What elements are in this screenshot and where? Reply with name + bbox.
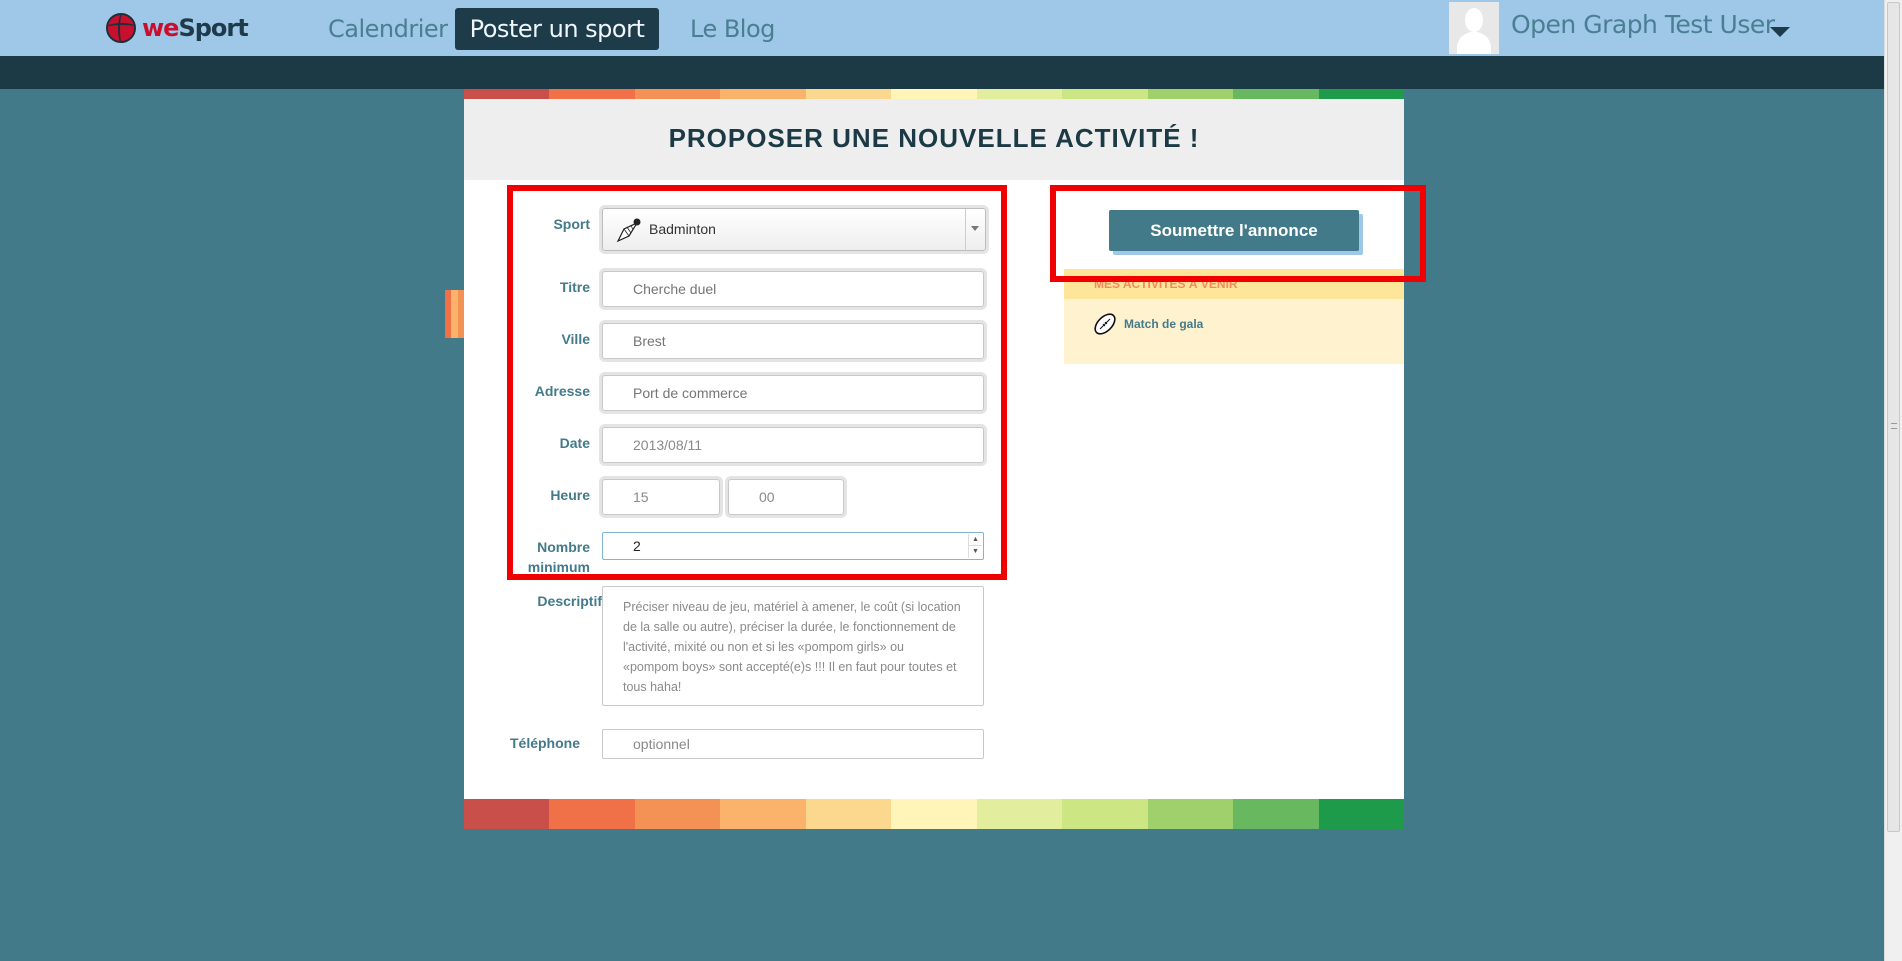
top-nav-bar: weSport Calendrier Poster un sport Le Bl… <box>0 0 1884 56</box>
upcoming-activity-item[interactable]: Match de gala <box>1092 311 1203 337</box>
form-highlight-box <box>507 185 1007 580</box>
sub-nav-bar <box>0 56 1884 89</box>
stripe-segment <box>805 799 892 829</box>
logo-text: weSport <box>142 14 249 42</box>
stripe-segment <box>1233 89 1319 99</box>
stripe-segment <box>1062 89 1148 99</box>
stripe-segment <box>464 89 550 99</box>
stripe-segment <box>1147 799 1234 829</box>
stripe-segment <box>634 799 721 829</box>
wesport-logo[interactable]: weSport <box>106 13 249 43</box>
volleyball-logo-icon <box>106 13 136 43</box>
stripe-segment <box>720 799 806 829</box>
stripe-segment <box>720 89 806 99</box>
nav-post-sport-link[interactable]: Poster un sport <box>455 8 659 50</box>
stripe-segment <box>634 89 721 99</box>
stripe-segment <box>976 89 1063 99</box>
rainbow-stripe-top <box>464 89 1404 99</box>
stripe-segment <box>1233 799 1319 829</box>
stripe-segment <box>549 799 635 829</box>
upcoming-activities-box: Mes activités à venir Match de gala <box>1064 269 1404 364</box>
stripe-segment <box>891 799 977 829</box>
upcoming-activity-label: Match de gala <box>1124 317 1204 331</box>
stripe-segment <box>464 799 550 829</box>
stripe-segment <box>1147 89 1234 99</box>
telephone-input[interactable]: optionnel <box>602 729 984 759</box>
descriptif-textarea[interactable]: Préciser niveau de jeu, matériel à amene… <box>602 586 984 706</box>
nav-calendar-link[interactable]: Calendrier <box>298 8 478 50</box>
logo-text-sport: Sport <box>178 14 248 42</box>
stripe-segment <box>891 89 977 99</box>
user-name[interactable]: Open Graph Test User <box>1511 10 1775 39</box>
telephone-label: Téléphone <box>509 735 580 751</box>
stripe-segment <box>805 89 892 99</box>
stripe-segment <box>549 89 635 99</box>
panel-header: PROPOSER UNE NOUVELLE ACTIVITÉ ! <box>464 99 1404 180</box>
chevron-down-icon[interactable] <box>1770 27 1790 37</box>
descriptif-label: Descriptif <box>537 593 602 609</box>
rainbow-stripe-bottom <box>464 799 1404 829</box>
stripe-segment <box>1062 799 1148 829</box>
submit-highlight-box <box>1050 185 1426 282</box>
user-avatar[interactable] <box>1449 2 1499 54</box>
stripe-segment <box>1318 799 1404 829</box>
nav-blog-link[interactable]: Le Blog <box>660 8 805 50</box>
page-title: PROPOSER UNE NOUVELLE ACTIVITÉ ! <box>668 123 1200 153</box>
rugby-ball-icon <box>1094 313 1116 335</box>
stripe-segment <box>976 799 1063 829</box>
logo-text-we: we <box>142 14 179 42</box>
scrollbar-thumb[interactable] <box>1887 2 1900 832</box>
page-scrollbar[interactable] <box>1884 0 1902 961</box>
stripe-segment <box>1318 89 1404 99</box>
side-tab-marker[interactable] <box>445 290 464 338</box>
